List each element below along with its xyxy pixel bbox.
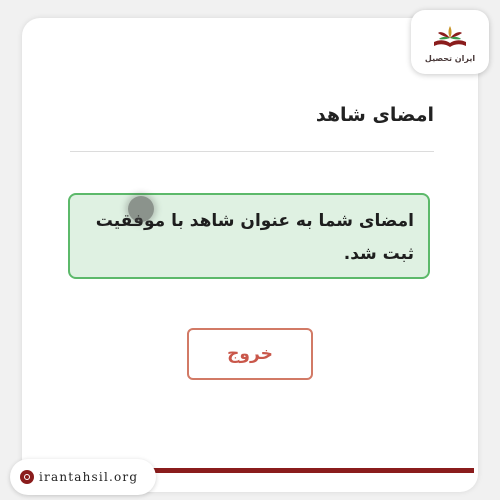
footer-bar bbox=[150, 468, 474, 473]
book-leaves-logo-icon bbox=[434, 25, 466, 47]
page-title: امضای شاهد bbox=[315, 104, 434, 126]
touch-cursor-indicator bbox=[128, 196, 154, 222]
footer-website-badge[interactable]: irantahsil.org bbox=[10, 459, 156, 495]
success-alert: امضای شما به عنوان شاهد با موفقیت ثبت شد… bbox=[68, 193, 430, 279]
at-icon bbox=[20, 470, 34, 484]
title-divider bbox=[70, 151, 434, 152]
logo-text: ایران تحصیل bbox=[424, 53, 476, 63]
footer-url: irantahsil.org bbox=[39, 470, 139, 484]
brand-logo: ایران تحصیل bbox=[411, 10, 489, 74]
exit-button[interactable]: خروج bbox=[187, 328, 313, 380]
